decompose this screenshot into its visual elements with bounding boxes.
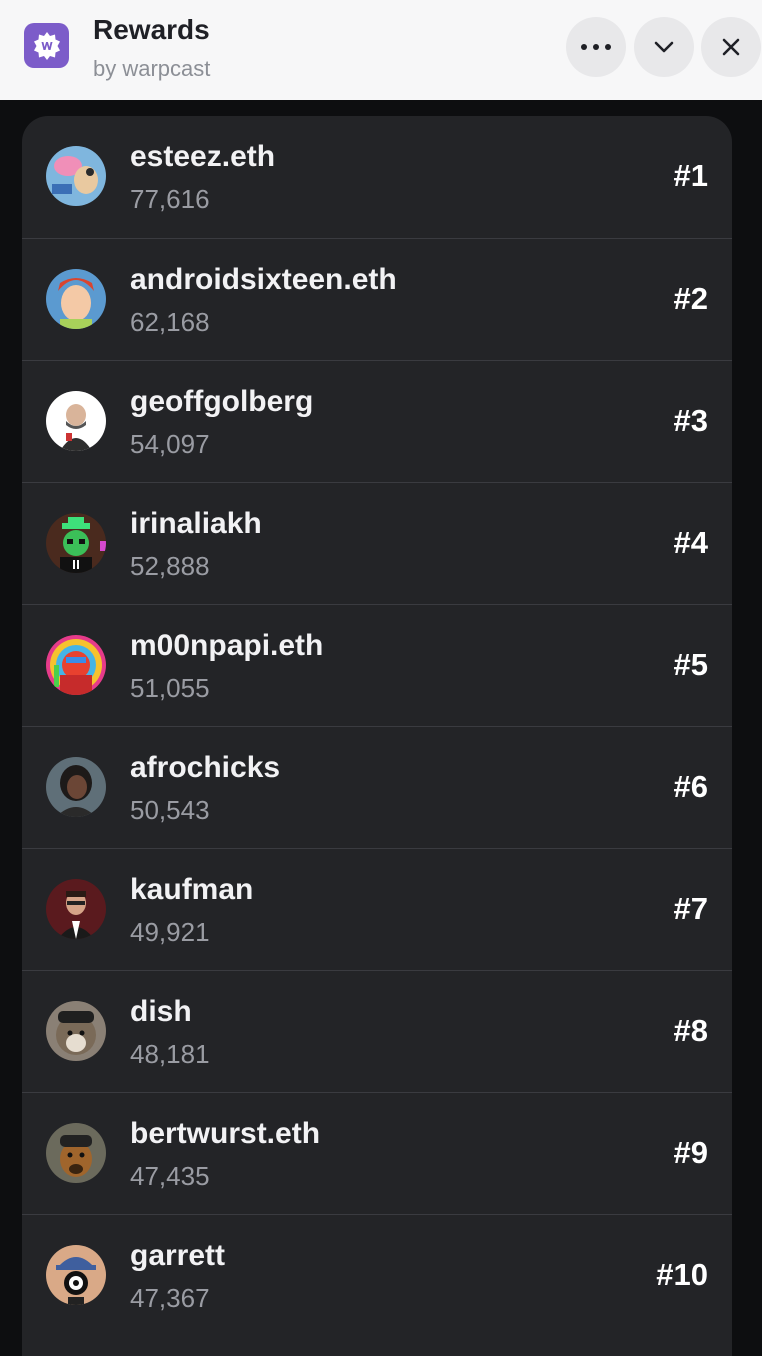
app-subtitle: by warpcast: [93, 56, 211, 81]
rank: #1: [673, 158, 708, 193]
collapse-button[interactable]: [634, 17, 694, 77]
leaderboard-row[interactable]: bertwurst.eth 47,435 #9: [22, 1092, 732, 1214]
leaderboard-row[interactable]: garrett 47,367 #10: [22, 1214, 732, 1336]
username: m00npapi.eth: [130, 629, 324, 662]
leaderboard-row[interactable]: kaufman 49,921 #7: [22, 848, 732, 970]
avatar: [46, 269, 106, 329]
score: 47,367: [130, 1283, 210, 1313]
rank: #9: [673, 1135, 708, 1170]
chevron-down-icon: [654, 41, 674, 53]
rank: #5: [673, 647, 708, 682]
username: esteez.eth: [130, 140, 276, 173]
username: afrochicks: [130, 751, 281, 784]
username: dish: [130, 995, 192, 1028]
app-title: Rewards: [93, 14, 210, 45]
close-button[interactable]: [701, 17, 761, 77]
score: 49,921: [130, 917, 210, 947]
leaderboard-row[interactable]: irinaliakh 52,888 #4: [22, 482, 732, 604]
avatar: [46, 513, 106, 573]
leaderboard-row[interactable]: geoffgolberg 54,097 #3: [22, 360, 732, 482]
score: 54,097: [130, 429, 210, 459]
score: 48,181: [130, 1039, 210, 1069]
leaderboard-row[interactable]: m00npapi.eth 51,055 #5: [22, 604, 732, 726]
score: 52,888: [130, 551, 210, 581]
rank: #7: [673, 891, 708, 926]
rank: #6: [673, 769, 708, 804]
score: 77,616: [130, 184, 210, 214]
avatar: [46, 146, 106, 206]
score: 50,543: [130, 795, 210, 825]
score: 47,435: [130, 1161, 210, 1191]
avatar: [46, 1123, 106, 1183]
avatar: [46, 635, 106, 695]
leaderboard-row[interactable]: dish 48,181 #8: [22, 970, 732, 1092]
rank: #2: [673, 281, 708, 316]
mini-app-header: Rewards by warpcast: [0, 0, 762, 100]
leaderboard-row[interactable]: androidsixteen.eth 62,168 #2: [22, 238, 732, 360]
score: 51,055: [130, 673, 210, 703]
avatar: [46, 879, 106, 939]
rank: #4: [673, 525, 708, 560]
more-icon: [581, 44, 611, 50]
avatar: [46, 1245, 106, 1305]
avatar: [46, 391, 106, 451]
rank: #8: [673, 1013, 708, 1048]
score: 62,168: [130, 307, 210, 337]
username: irinaliakh: [130, 507, 262, 540]
avatar: [46, 757, 106, 817]
leaderboard-row[interactable]: afrochicks 50,543 #6: [22, 726, 732, 848]
avatar: [46, 1001, 106, 1061]
username: kaufman: [130, 873, 254, 906]
close-icon: [722, 38, 740, 56]
rank: #3: [673, 403, 708, 438]
username: garrett: [130, 1239, 226, 1272]
rank: #10: [656, 1257, 708, 1292]
username: bertwurst.eth: [130, 1117, 321, 1150]
leaderboard-list: esteez.eth 77,616 #1 androidsixteen.eth …: [22, 116, 732, 1356]
warpcast-badge-icon: [24, 23, 69, 68]
more-options-button[interactable]: [566, 17, 626, 77]
username: geoffgolberg: [130, 385, 314, 418]
username: androidsixteen.eth: [130, 263, 397, 296]
leaderboard-row[interactable]: esteez.eth 77,616 #1: [22, 116, 732, 238]
